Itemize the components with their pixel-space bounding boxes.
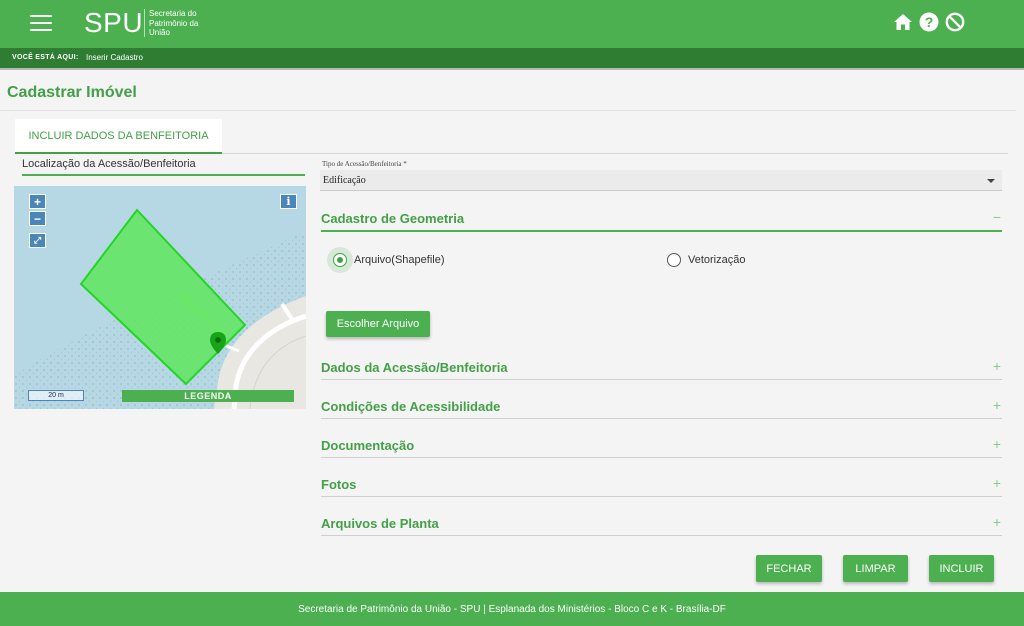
section-arquivos-planta[interactable]: Arquivos de Planta + bbox=[321, 514, 1002, 536]
section-title: Arquivos de Planta bbox=[321, 516, 439, 531]
info-button[interactable]: i bbox=[280, 194, 297, 209]
page-title: Cadastrar Imóvel bbox=[7, 84, 137, 101]
tipo-label: Tipo de Acessão/Benfeitoria * bbox=[322, 160, 407, 168]
logo-divider bbox=[144, 9, 145, 37]
section-title: Cadastro de Geometria bbox=[321, 211, 465, 226]
map-label: Localização da Acessão/Benfeitoria bbox=[22, 158, 196, 170]
section-divider bbox=[321, 535, 1002, 536]
caret-down-icon bbox=[987, 179, 995, 183]
expand-icon[interactable]: + bbox=[993, 358, 1001, 374]
section-fotos[interactable]: Fotos + bbox=[321, 475, 1002, 497]
logo-subtitle: Secretaria do Patrimônio da União bbox=[149, 9, 199, 37]
tipo-select-value: Edificação bbox=[323, 175, 366, 186]
section-divider bbox=[321, 418, 1002, 419]
home-icon[interactable] bbox=[892, 11, 914, 33]
map-canvas bbox=[14, 186, 306, 409]
title-divider bbox=[0, 110, 1016, 111]
expand-icon[interactable]: + bbox=[993, 475, 1001, 491]
radio-button-checked[interactable] bbox=[333, 253, 347, 267]
breadcrumb: VOCÊ ESTÁ AQUI: Inserir Cadastro bbox=[0, 48, 1024, 70]
map-label-underline bbox=[22, 174, 305, 176]
pin-center bbox=[215, 337, 221, 343]
scale-bar: 20 m bbox=[28, 390, 84, 401]
section-title: Dados da Acessão/Benfeitoria bbox=[321, 360, 508, 375]
tab-divider bbox=[222, 153, 1008, 154]
expand-icon[interactable]: + bbox=[993, 397, 1001, 413]
zoom-in-button[interactable]: + bbox=[29, 194, 46, 209]
section-dados-acessao[interactable]: Dados da Acessão/Benfeitoria + bbox=[321, 358, 1002, 380]
radio-label-shapefile: Arquivo(Shapefile) bbox=[354, 254, 445, 266]
section-title: Condições de Acessibilidade bbox=[321, 399, 501, 414]
section-title: Fotos bbox=[321, 477, 357, 492]
top-header: SPU Secretaria do Patrimônio da União ? bbox=[0, 0, 1024, 48]
section-divider bbox=[321, 230, 1002, 232]
section-cadastro-geometria[interactable]: Cadastro de Geometria − bbox=[321, 209, 1002, 232]
help-icon[interactable]: ? bbox=[918, 11, 940, 33]
fullscreen-icon[interactable]: ⤢ bbox=[29, 233, 46, 248]
collapse-icon[interactable]: − bbox=[993, 209, 1001, 225]
spu-logo[interactable]: SPU bbox=[84, 6, 143, 40]
header-icons: ? bbox=[892, 11, 966, 33]
footer: Secretaria de Patrimônio da União - SPU … bbox=[0, 592, 1024, 626]
radio-button[interactable] bbox=[667, 253, 681, 267]
section-title: Documentação bbox=[321, 438, 415, 453]
radio-label-vetorizacao: Vetorização bbox=[688, 254, 746, 266]
zoom-out-button[interactable]: − bbox=[29, 211, 46, 226]
choose-file-button[interactable]: Escolher Arquivo bbox=[326, 311, 430, 337]
fechar-button[interactable]: FECHAR bbox=[756, 555, 822, 582]
breadcrumb-label: VOCÊ ESTÁ AQUI: bbox=[12, 54, 79, 61]
section-divider bbox=[321, 457, 1002, 458]
incluir-button[interactable]: INCLUIR bbox=[929, 555, 994, 582]
footer-text: Secretaria de Patrimônio da União - SPU … bbox=[298, 603, 726, 615]
section-condicoes-acessibilidade[interactable]: Condições de Acessibilidade + bbox=[321, 397, 1002, 419]
breadcrumb-item-inserir-cadastro[interactable]: Inserir Cadastro bbox=[86, 53, 143, 62]
legend-button[interactable]: LEGENDA bbox=[122, 390, 294, 402]
location-map[interactable]: + − ⤢ i 20 m LEGENDA bbox=[14, 186, 306, 409]
tipo-select[interactable]: Edificação bbox=[320, 170, 1002, 191]
expand-icon[interactable]: + bbox=[993, 514, 1001, 530]
radio-vetorizacao[interactable]: Vetorização bbox=[667, 253, 745, 267]
tab-incluir-dados-benfeitoria[interactable]: INCLUIR DADOS DA BENFEITORIA bbox=[15, 119, 222, 154]
menu-icon[interactable] bbox=[30, 15, 52, 33]
section-documentacao[interactable]: Documentação + bbox=[321, 436, 1002, 458]
svg-text:?: ? bbox=[925, 14, 934, 30]
radio-shapefile[interactable]: Arquivo(Shapefile) bbox=[333, 253, 445, 267]
limpar-button[interactable]: LIMPAR bbox=[843, 555, 908, 582]
block-icon[interactable] bbox=[944, 11, 966, 33]
section-divider bbox=[321, 496, 1002, 497]
expand-icon[interactable]: + bbox=[993, 436, 1001, 452]
section-divider bbox=[321, 379, 1002, 380]
